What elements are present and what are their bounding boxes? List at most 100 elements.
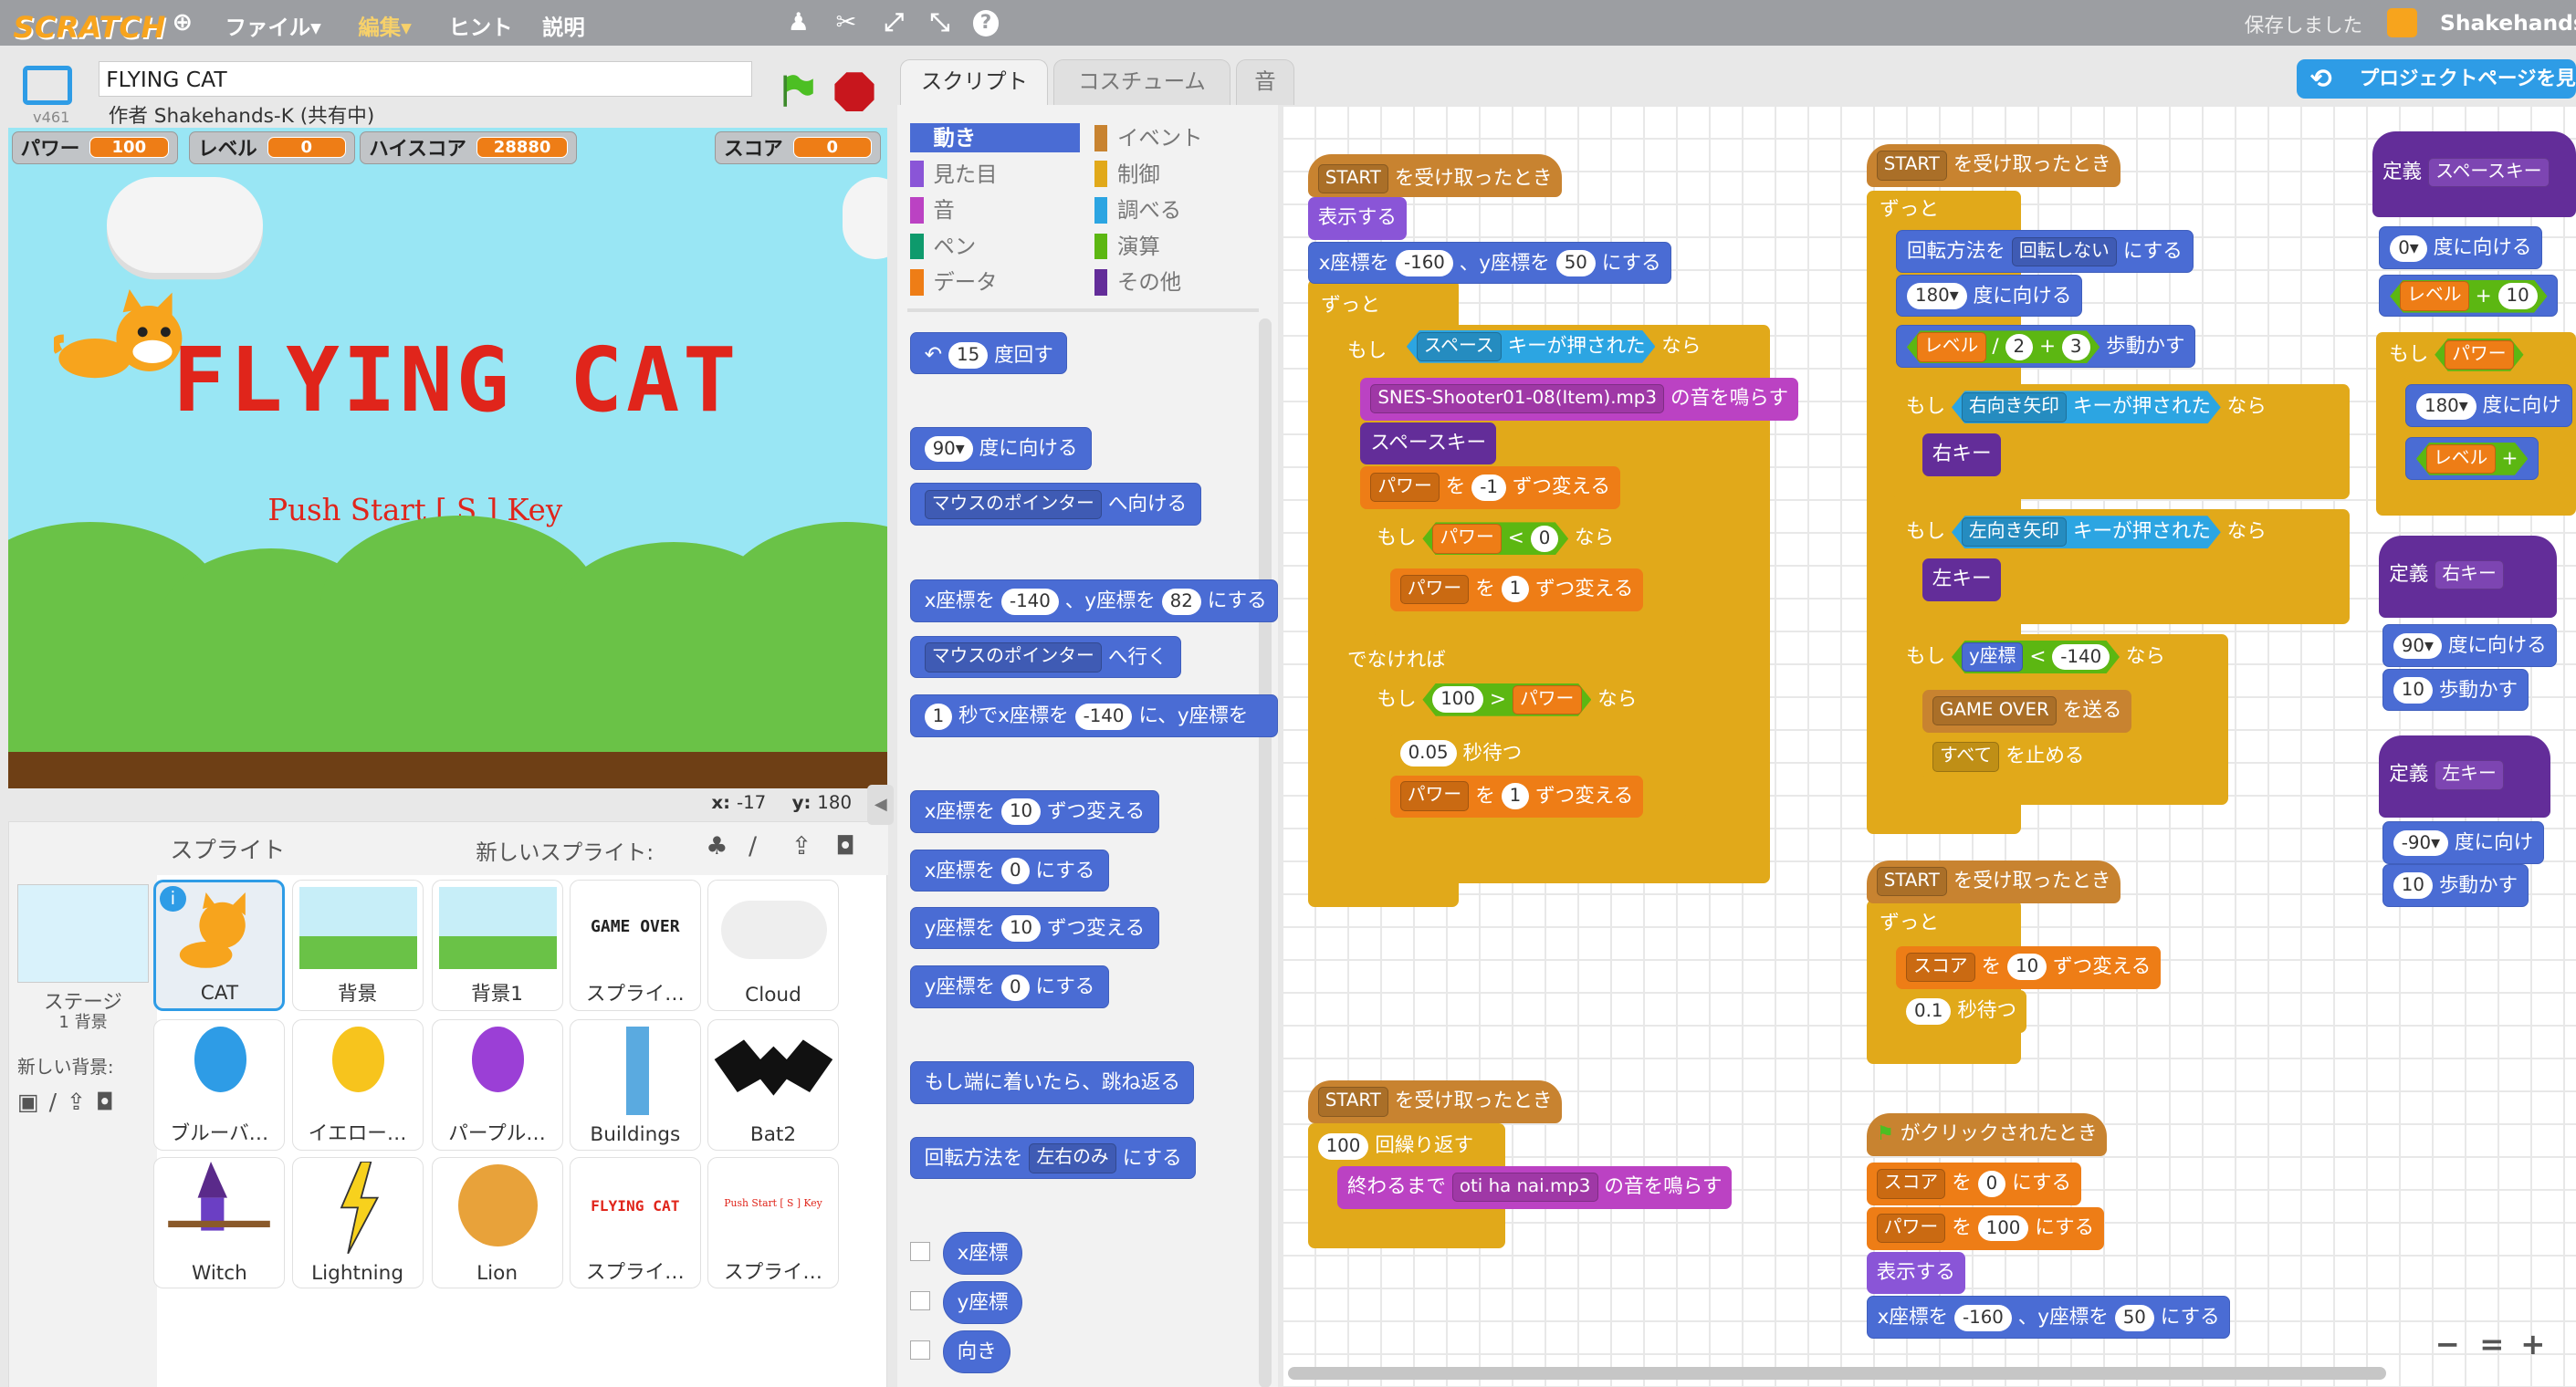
block-rotation-style[interactable]: 回転方法を 左右のみ にする	[910, 1136, 1197, 1180]
delete-icon[interactable]: ✂	[832, 8, 861, 37]
stage-thumbnail[interactable]	[17, 884, 149, 984]
category-pen[interactable]: ペン	[910, 232, 976, 261]
file-menu[interactable]: ファイル▾	[225, 10, 321, 41]
script-horizontal-scrollbar[interactable]	[1288, 1366, 2386, 1380]
wait-block[interactable]: 0.05 秒待つ	[1389, 732, 1533, 776]
tips-menu[interactable]: ヒント	[448, 10, 512, 41]
sprite-tile-cat[interactable]: i CAT	[153, 880, 286, 1011]
zoom-out-icon[interactable]: −	[2435, 1327, 2460, 1361]
scratch-logo[interactable]: SCRATCH	[13, 10, 165, 45]
tab-costumes[interactable]: コスチューム	[1052, 58, 1231, 106]
category-more-blocks[interactable]: その他	[1094, 267, 1181, 297]
info-icon[interactable]: i	[159, 885, 186, 912]
upload-icon[interactable]: ⇪	[791, 832, 812, 860]
stop-block[interactable]: すべて を止める	[1922, 735, 2095, 779]
block-bounce[interactable]: もし端に着いたら、跳ね返る	[910, 1060, 1195, 1104]
define-block[interactable]: 定義 スペースキー	[2372, 130, 2576, 217]
goto-xy-block[interactable]: x座標を -160 、y座標を 50 にする	[1307, 241, 1672, 285]
sprite-tile[interactable]: Buildings	[569, 1019, 701, 1151]
camera-icon[interactable]: ◘	[835, 832, 854, 860]
category-data[interactable]: データ	[910, 267, 998, 297]
play-sound-block[interactable]: SNES-Shooter01-08(Item).mp3 の音を鳴らす	[1360, 377, 1798, 421]
green-flag-icon[interactable]	[779, 72, 815, 109]
show-block[interactable]: 表示する	[1307, 196, 1407, 240]
globe-icon[interactable]: ⊕	[168, 8, 197, 37]
change-power-block[interactable]: パワー を -1 ずつ変える	[1360, 466, 1620, 509]
call-right-key-block[interactable]: 右キー	[1922, 433, 2002, 476]
sprite-tile[interactable]: GAME OVER スプライ…	[569, 880, 701, 1011]
block-turn[interactable]: ↶ 15 度回す	[910, 331, 1068, 375]
sprite-tile[interactable]: ブルーバ…	[153, 1019, 286, 1151]
sprite-tile[interactable]: パープル…	[431, 1019, 563, 1151]
sprite-tile[interactable]: 背景	[291, 880, 424, 1011]
tab-sounds[interactable]: 音	[1235, 58, 1295, 106]
point-direction-block[interactable]: 0▾ 度に向ける	[2379, 226, 2543, 270]
rotation-style-block[interactable]: 回転方法を 回転しない にする	[1896, 229, 2194, 273]
key-pressed-condition[interactable]: スペース キーが押された なら	[1407, 330, 1701, 363]
when-receive-hat[interactable]: START を受け取ったとき	[1307, 154, 1563, 197]
category-sound[interactable]: 音	[910, 195, 955, 224]
category-control[interactable]: 制御	[1094, 160, 1160, 189]
sprite-tile[interactable]: Bat2	[707, 1019, 839, 1151]
when-receive-hat[interactable]: START を受け取ったとき	[1866, 144, 2121, 188]
username[interactable]: Shakehands-	[2440, 10, 2576, 36]
change-power-block[interactable]: パワー を 1 ずつ変える	[1389, 568, 1644, 611]
checkbox-x[interactable]	[910, 1241, 930, 1262]
category-events[interactable]: イベント	[1094, 123, 1203, 152]
help-icon[interactable]: ?	[972, 9, 1000, 36]
point-direction-block[interactable]: 180▾ 度に向ける	[1896, 274, 2083, 318]
sprite-library-icon[interactable]: ♣	[706, 832, 728, 860]
point-direction-block[interactable]: 180▾ 度に向け	[2405, 384, 2572, 427]
call-space-key-block[interactable]: スペースキー	[1360, 422, 1496, 465]
shrink-icon[interactable]: ⤡	[925, 8, 954, 37]
block-glide[interactable]: 1 秒でx座標を -140 に、y座標を	[910, 694, 1279, 738]
sprite-tile[interactable]: 背景1	[431, 880, 563, 1011]
tab-scripts[interactable]: スクリプト	[900, 58, 1049, 106]
edit-menu[interactable]: 編集▾	[358, 10, 412, 41]
presentation-mode-icon[interactable]	[23, 65, 73, 106]
move-block[interactable]: 10 歩動かす	[2382, 863, 2529, 907]
sprite-tile[interactable]: イエロー…	[291, 1019, 424, 1151]
zoom-reset-icon[interactable]: =	[2479, 1327, 2504, 1361]
when-receive-hat[interactable]: START を受け取ったとき	[1866, 860, 2121, 903]
palette-scrollbar[interactable]	[1258, 318, 1272, 1387]
reporter-y[interactable]: y座標	[943, 1280, 1022, 1324]
sprite-tile[interactable]: Lightning	[291, 1157, 424, 1289]
category-operators[interactable]: 演算	[1094, 232, 1160, 261]
block-change-x[interactable]: x座標を 10 ずつ変える	[910, 789, 1159, 833]
define-block[interactable]: 定義 右キー	[2379, 535, 2557, 618]
play-sound-until-done-block[interactable]: 終わるまで oti ha nai.mp3 の音を鳴らす	[1337, 1165, 1733, 1209]
goto-xy-block[interactable]: x座標を -160 、y座標を 50 にする	[1866, 1296, 2231, 1339]
when-receive-hat[interactable]: START を受け取ったとき	[1307, 1080, 1563, 1124]
block-set-x[interactable]: x座標を 0 にする	[910, 849, 1109, 892]
about-menu[interactable]: 説明	[542, 10, 585, 41]
move-block[interactable]: レベル +	[2405, 436, 2539, 480]
sprite-tile[interactable]: Push Start [ S ] Key スプライ…	[707, 1157, 839, 1289]
reporter-direction[interactable]: 向き	[943, 1330, 1011, 1373]
grow-icon[interactable]: ⤢	[879, 8, 908, 37]
set-score-block[interactable]: スコア を 0 にする	[1866, 1163, 2081, 1206]
block-point-towards[interactable]: マウスのポインター へ向ける	[910, 483, 1201, 526]
show-block[interactable]: 表示する	[1866, 1251, 1965, 1295]
broadcast-block[interactable]: GAME OVER を送る	[1922, 689, 2132, 733]
script-area[interactable]: START を受け取ったとき 表示する x座標を -160 、y座標を 50 に…	[1282, 105, 2576, 1387]
see-project-page-button[interactable]: ⟲ プロジェクトページを見る	[2297, 58, 2576, 99]
backdrop-tools-icons[interactable]: ▣/⇪◘	[17, 1089, 124, 1115]
stop-icon[interactable]	[834, 72, 874, 112]
move-block[interactable]: レベル / 2 + 3 歩動かす	[1896, 325, 2196, 369]
call-left-key-block[interactable]: 左キー	[1922, 558, 2002, 601]
checkbox-y[interactable]	[910, 1290, 930, 1311]
category-motion[interactable]: 動き	[910, 122, 1080, 153]
define-block[interactable]: 定義 左キー	[2379, 735, 2550, 819]
duplicate-icon[interactable]: ♟	[784, 8, 813, 37]
move-block[interactable]: 10 歩動かす	[2382, 668, 2529, 712]
block-goto[interactable]: マウスのポインター へ行く	[910, 635, 1181, 679]
sprite-tile[interactable]: Cloud	[707, 880, 839, 1011]
wait-block[interactable]: 0.1 秒待つ	[1896, 990, 2026, 1034]
point-direction-block[interactable]: -90▾ 度に向け	[2382, 820, 2545, 864]
point-direction-block[interactable]: 90▾ 度に向ける	[2382, 623, 2558, 667]
change-score-block[interactable]: スコア を 10 ずつ変える	[1896, 945, 2162, 989]
category-sensing[interactable]: 調べる	[1094, 195, 1181, 224]
category-looks[interactable]: 見た目	[910, 160, 998, 189]
block-point-direction[interactable]: 90▾ 度に向ける	[910, 426, 1092, 470]
